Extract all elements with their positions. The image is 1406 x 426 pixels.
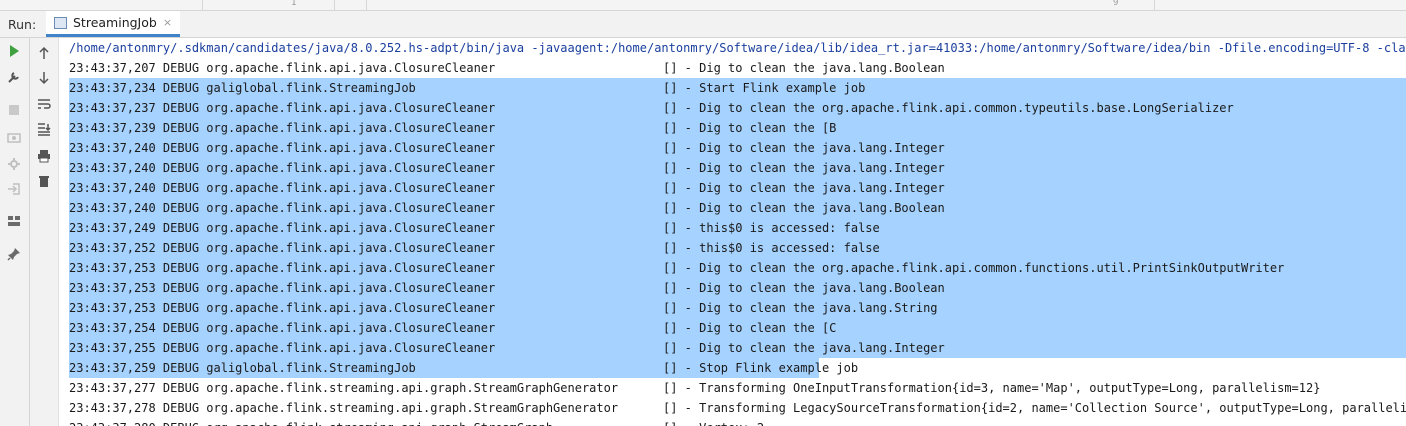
log-line: 23:43:37,253 DEBUG org.apache.flink.api.… — [59, 298, 1406, 318]
line-number: 1 — [291, 0, 297, 8]
log-line: 23:43:37,237 DEBUG org.apache.flink.api.… — [59, 98, 1406, 118]
log-source: 23:43:37,277 DEBUG org.apache.flink.stre… — [69, 381, 619, 395]
trash-icon[interactable] — [35, 172, 53, 190]
log-message: [] - Dig to clean the [B — [663, 121, 837, 135]
run-label: Run: — [8, 17, 37, 32]
log-message: [] - Dig to clean the [C — [663, 321, 837, 335]
log-message: [] - Start Flink example job — [663, 81, 866, 95]
log-source: 23:43:37,255 DEBUG org.apache.flink.api.… — [69, 341, 496, 355]
soft-wrap-icon[interactable] — [35, 95, 53, 113]
wrench-icon[interactable] — [5, 68, 23, 86]
log-source: 23:43:37,253 DEBUG org.apache.flink.api.… — [69, 281, 496, 295]
log-line: 23:43:37,280 DEBUG org.apache.flink.stre… — [59, 418, 1406, 426]
log-line: 23:43:37,249 DEBUG org.apache.flink.api.… — [59, 218, 1406, 238]
log-source: 23:43:37,278 DEBUG org.apache.flink.stre… — [69, 401, 619, 415]
log-message: [] - Dig to clean the java.lang.Boolean — [663, 201, 945, 215]
log-message: [] - Dig to clean the java.lang.Integer — [663, 141, 945, 155]
log-message: [] - Stop Flink example job — [663, 361, 859, 375]
console-output[interactable]: /home/antonmry/.sdkman/candidates/java/8… — [59, 38, 1406, 426]
log-line: 23:43:37,240 DEBUG org.apache.flink.api.… — [59, 138, 1406, 158]
arrow-up-icon[interactable] — [35, 44, 53, 62]
layout-icon[interactable] — [5, 212, 23, 230]
stop-icon[interactable] — [5, 101, 23, 119]
log-message: [] - Dig to clean the java.lang.Integer — [663, 181, 945, 195]
camera-icon[interactable] — [5, 128, 23, 146]
login-icon[interactable] — [5, 180, 23, 198]
run-toolwindow-header: Run: StreamingJob × — [0, 11, 1406, 38]
log-source: 23:43:37,234 DEBUG galiglobal.flink.Stre… — [69, 81, 416, 95]
log-line: 23:43:37,234 DEBUG galiglobal.flink.Stre… — [59, 78, 1406, 98]
run-icon[interactable] — [5, 42, 23, 60]
log-message: [] - Dig to clean the org.apache.flink.a… — [663, 101, 1234, 115]
editor-tab-cell — [334, 0, 367, 10]
editor-tab-cell — [1154, 0, 1156, 10]
log-message: [] - Dig to clean the java.lang.Integer — [663, 161, 945, 175]
log-line: 23:43:37,240 DEBUG org.apache.flink.api.… — [59, 178, 1406, 198]
scroll-to-end-icon[interactable] — [35, 120, 53, 138]
log-line: 23:43:37,254 DEBUG org.apache.flink.api.… — [59, 318, 1406, 338]
log-line: 23:43:37,277 DEBUG org.apache.flink.stre… — [59, 378, 1406, 398]
editor-tab-cell: 1 — [202, 0, 333, 10]
log-source: 23:43:37,249 DEBUG org.apache.flink.api.… — [69, 221, 496, 235]
log-source: 23:43:37,252 DEBUG org.apache.flink.api.… — [69, 241, 496, 255]
log-source: 23:43:37,240 DEBUG org.apache.flink.api.… — [69, 181, 496, 195]
log-message: [] - Transforming OneInputTransformation… — [663, 381, 1321, 395]
log-line: 23:43:37,278 DEBUG org.apache.flink.stre… — [59, 398, 1406, 418]
log-source: 23:43:37,207 DEBUG org.apache.flink.api.… — [69, 61, 496, 75]
editor-tab-cell: 9 — [366, 0, 1153, 10]
log-source: 23:43:37,254 DEBUG org.apache.flink.api.… — [69, 321, 496, 335]
run-config-icon — [54, 16, 67, 29]
log-message: [] - Dig to clean the java.lang.String — [663, 301, 938, 315]
line-number: 9 — [1113, 0, 1119, 8]
log-line: 23:43:37,240 DEBUG org.apache.flink.api.… — [59, 198, 1406, 218]
log-source: 23:43:37,240 DEBUG org.apache.flink.api.… — [69, 201, 496, 215]
log-message: [] - Vertex: 2 — [663, 418, 764, 426]
log-message: [] - this$0 is accessed: false — [663, 241, 880, 255]
console-toolbar — [30, 38, 59, 426]
log-line: 23:43:37,259 DEBUG galiglobal.flink.Stre… — [59, 358, 1406, 378]
print-icon[interactable] — [35, 147, 53, 165]
log-message: [] - Dig to clean the org.apache.flink.a… — [663, 261, 1285, 275]
log-message: [] - Dig to clean the java.lang.Boolean — [663, 281, 945, 295]
run-tab-streamingjob[interactable]: StreamingJob × — [46, 11, 181, 37]
log-message: [] - this$0 is accessed: false — [663, 221, 880, 235]
log-line: 23:43:37,255 DEBUG org.apache.flink.api.… — [59, 338, 1406, 358]
log-source: 23:43:37,253 DEBUG org.apache.flink.api.… — [69, 301, 496, 315]
log-source: 23:43:37,240 DEBUG org.apache.flink.api.… — [69, 141, 496, 155]
log-line: 23:43:37,240 DEBUG org.apache.flink.api.… — [59, 158, 1406, 178]
run-tab-title: StreamingJob — [73, 15, 157, 30]
pin-icon[interactable] — [5, 245, 23, 263]
log-source: 23:43:37,253 DEBUG org.apache.flink.api.… — [69, 261, 496, 275]
editor-tab-strip: 1 9 — [0, 0, 1406, 11]
log-source: 23:43:37,239 DEBUG org.apache.flink.api.… — [69, 121, 496, 135]
run-toolbar-left — [0, 38, 30, 426]
log-line: 23:43:37,252 DEBUG org.apache.flink.api.… — [59, 238, 1406, 258]
log-line: 23:43:37,207 DEBUG org.apache.flink.api.… — [59, 58, 1406, 78]
log-message: [] - Transforming LegacySourceTransforma… — [663, 401, 1406, 415]
command-text: /home/antonmry/.sdkman/candidates/java/8… — [69, 41, 1406, 55]
log-source: 23:43:37,259 DEBUG galiglobal.flink.Stre… — [69, 361, 416, 375]
close-icon[interactable]: × — [163, 16, 172, 29]
log-line: 23:43:37,253 DEBUG org.apache.flink.api.… — [59, 278, 1406, 298]
log-source: 23:43:37,240 DEBUG org.apache.flink.api.… — [69, 161, 496, 175]
log-line: 23:43:37,253 DEBUG org.apache.flink.api.… — [59, 258, 1406, 278]
log-line: 23:43:37,239 DEBUG org.apache.flink.api.… — [59, 118, 1406, 138]
settings-icon[interactable] — [5, 155, 23, 173]
log-message: [] - Dig to clean the java.lang.Integer — [663, 341, 945, 355]
log-source: 23:43:37,280 DEBUG org.apache.flink.stre… — [69, 418, 553, 426]
arrow-down-icon[interactable] — [35, 69, 53, 87]
log-message: [] - Dig to clean the java.lang.Boolean — [663, 61, 945, 75]
command-line: /home/antonmry/.sdkman/candidates/java/8… — [59, 38, 1406, 58]
log-source: 23:43:37,237 DEBUG org.apache.flink.api.… — [69, 101, 496, 115]
